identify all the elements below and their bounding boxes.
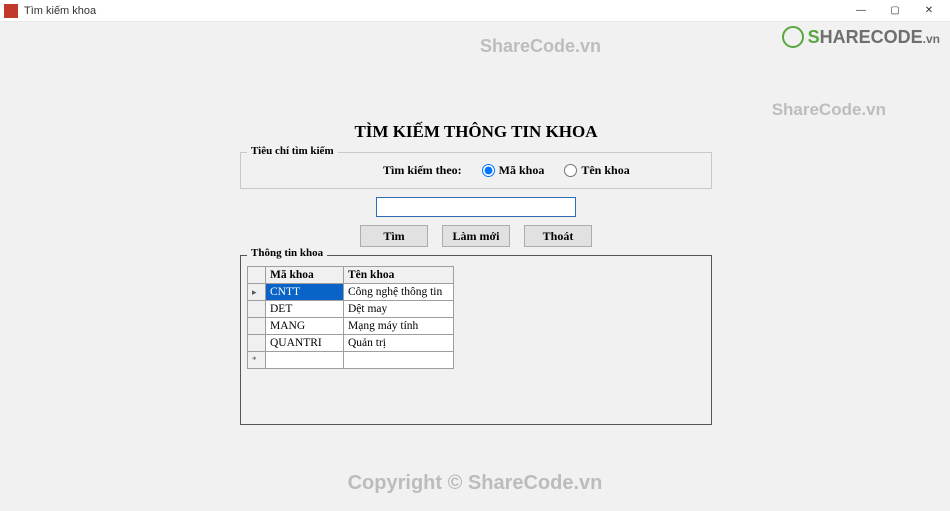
radio-ten-khoa-label: Tên khoa bbox=[581, 163, 629, 178]
watermark-right: ShareCode.vn bbox=[772, 100, 886, 120]
radio-ten-khoa[interactable]: Tên khoa bbox=[564, 163, 629, 178]
row-indicator bbox=[248, 318, 266, 335]
criteria-groupbox: Tiêu chí tìm kiếm Tìm kiếm theo: Mã khoa… bbox=[240, 152, 712, 189]
logo-icon bbox=[782, 26, 804, 48]
logo-s: S bbox=[808, 27, 820, 48]
search-input[interactable] bbox=[376, 197, 576, 217]
radio-ma-khoa[interactable]: Mã khoa bbox=[482, 163, 545, 178]
row-indicator bbox=[248, 301, 266, 318]
logo-rest: HARECODE bbox=[820, 27, 923, 48]
maximize-button[interactable]: ▢ bbox=[878, 1, 912, 21]
window-title: Tìm kiếm khoa bbox=[24, 5, 96, 17]
sharecode-logo: S HARECODE .vn bbox=[782, 26, 940, 48]
cell-ma[interactable]: DET bbox=[266, 301, 344, 318]
col-header-ma[interactable]: Mã khoa bbox=[266, 267, 344, 284]
radio-ma-khoa-label: Mã khoa bbox=[499, 163, 545, 178]
logo-vn: .vn bbox=[923, 32, 940, 46]
client-area: ShareCode.vn ShareCode.vn S HARECODE .vn… bbox=[0, 22, 950, 511]
refresh-button[interactable]: Làm mới bbox=[442, 225, 510, 247]
criteria-legend: Tiêu chí tìm kiếm bbox=[247, 145, 338, 157]
row-indicator bbox=[248, 335, 266, 352]
info-groupbox: Thông tin khoa Mã khoa Tên khoa ▸ CNTT C… bbox=[240, 255, 712, 425]
exit-button[interactable]: Thoát bbox=[524, 225, 592, 247]
row-indicator: ▸ bbox=[248, 284, 266, 301]
data-grid[interactable]: Mã khoa Tên khoa ▸ CNTT Công nghệ thông … bbox=[247, 266, 454, 369]
table-row[interactable]: DET Dệt may bbox=[248, 301, 454, 318]
radio-ma-khoa-input[interactable] bbox=[482, 164, 495, 177]
watermark-top: ShareCode.vn bbox=[480, 36, 601, 57]
window-titlebar: Tìm kiếm khoa — ▢ ✕ bbox=[0, 0, 950, 22]
close-button[interactable]: ✕ bbox=[912, 1, 946, 21]
search-form: TÌM KIẾM THÔNG TIN KHOA Tiêu chí tìm kiế… bbox=[240, 122, 712, 425]
grid-corner bbox=[248, 267, 266, 284]
radio-ten-khoa-input[interactable] bbox=[564, 164, 577, 177]
cell-ten[interactable]: Mạng máy tính bbox=[344, 318, 454, 335]
search-button[interactable]: Tìm bbox=[360, 225, 428, 247]
cell-ten[interactable]: Quản trị bbox=[344, 335, 454, 352]
cell-ma[interactable]: QUANTRI bbox=[266, 335, 344, 352]
table-row-new[interactable]: * bbox=[248, 352, 454, 369]
watermark-footer: Copyright © ShareCode.vn bbox=[0, 472, 950, 495]
grid-header-row: Mã khoa Tên khoa bbox=[248, 267, 454, 284]
search-by-label: Tìm kiếm theo: bbox=[383, 163, 462, 178]
col-header-ten[interactable]: Tên khoa bbox=[344, 267, 454, 284]
cell-ma[interactable] bbox=[266, 352, 344, 369]
cell-ten[interactable]: Công nghệ thông tin bbox=[344, 284, 454, 301]
cell-ma[interactable]: CNTT bbox=[266, 284, 344, 301]
cell-ten[interactable]: Dệt may bbox=[344, 301, 454, 318]
cell-ma[interactable]: MANG bbox=[266, 318, 344, 335]
cell-ten[interactable] bbox=[344, 352, 454, 369]
app-icon bbox=[4, 4, 18, 18]
row-indicator-new: * bbox=[248, 352, 266, 369]
info-legend: Thông tin khoa bbox=[247, 247, 327, 259]
table-row[interactable]: ▸ CNTT Công nghệ thông tin bbox=[248, 284, 454, 301]
table-row[interactable]: QUANTRI Quản trị bbox=[248, 335, 454, 352]
minimize-button[interactable]: — bbox=[844, 1, 878, 21]
table-row[interactable]: MANG Mạng máy tính bbox=[248, 318, 454, 335]
page-title: TÌM KIẾM THÔNG TIN KHOA bbox=[240, 122, 712, 142]
